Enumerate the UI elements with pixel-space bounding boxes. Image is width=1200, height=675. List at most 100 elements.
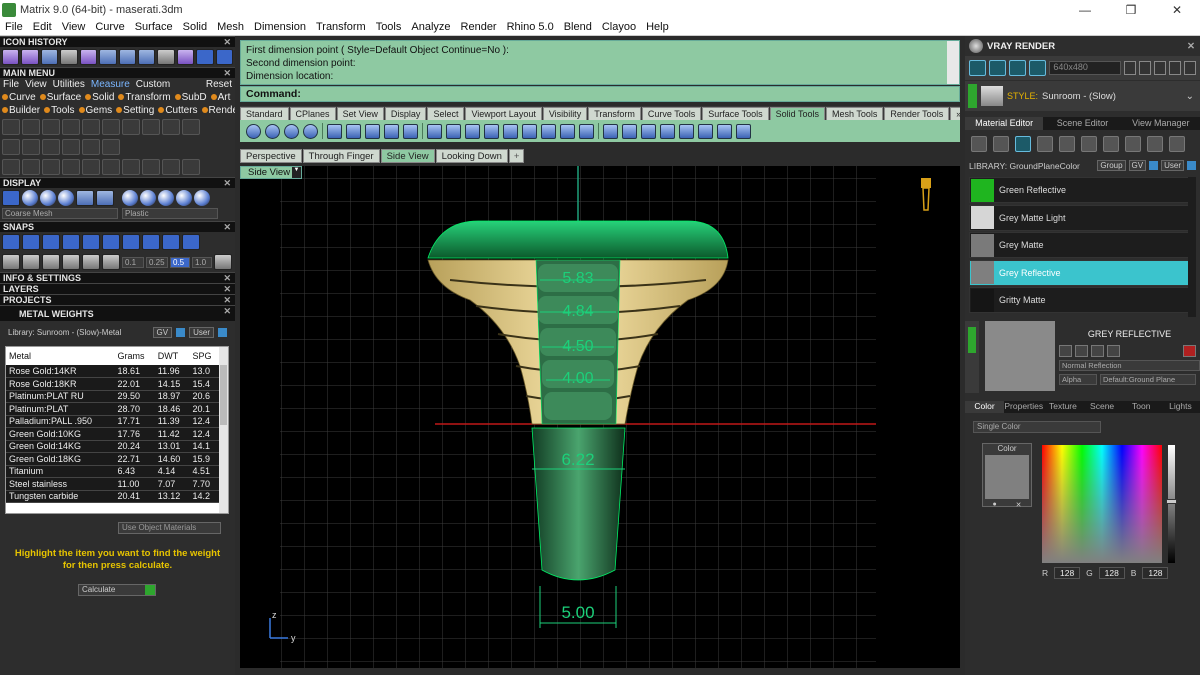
boolean-union-icon[interactable]	[246, 123, 261, 139]
tab-visibility[interactable]: Visibility	[542, 107, 588, 120]
cat-setting[interactable]: Setting	[116, 105, 154, 116]
material-scrollbar[interactable]	[1188, 177, 1196, 317]
tab-select[interactable]: Select	[427, 107, 465, 120]
command-line[interactable]: Command:	[240, 86, 960, 102]
mm-measure[interactable]: Measure	[91, 79, 130, 90]
gv-check-icon[interactable]	[176, 328, 186, 337]
mm-custom[interactable]: Custom	[136, 79, 170, 90]
cap-icon[interactable]	[327, 123, 342, 139]
main-menu-header[interactable]: MAIN MENU ✕	[0, 67, 235, 78]
col-spg[interactable]: SPG	[189, 347, 220, 365]
options-icon[interactable]	[1153, 61, 1166, 75]
folder-icon[interactable]	[1075, 345, 1088, 357]
metal-weights-header[interactable]: METAL WEIGHTS ✕	[0, 305, 235, 321]
tab-curve-tools[interactable]: Curve Tools	[641, 107, 702, 120]
dim-aligned-icon[interactable]	[42, 119, 60, 135]
info-settings-header[interactable]: INFO & SETTINGS ✕	[0, 272, 235, 283]
tab-view-manager[interactable]: View Manager	[1122, 117, 1200, 130]
table-row[interactable]: Rose Gold:18KR 22.01 14.15 15.4	[6, 377, 220, 391]
bump-icon[interactable]	[1081, 136, 1097, 152]
ring-orientation-icon[interactable]	[921, 178, 931, 211]
fillet-edge-icon[interactable]	[346, 123, 361, 139]
icon-history-header[interactable]: ICON HISTORY ✕	[0, 36, 235, 47]
tab-texture[interactable]: Texture	[1043, 401, 1082, 413]
material-item[interactable]: Gritty Matte	[969, 287, 1196, 313]
table-row[interactable]: Rose Gold:14KR 18.61 11.96 13.0	[6, 365, 220, 378]
assign-icon[interactable]	[993, 136, 1009, 152]
back-arrow-icon[interactable]	[196, 49, 214, 65]
split-face-icon[interactable]	[465, 123, 480, 139]
layers-icon[interactable]	[1147, 136, 1163, 152]
planar-icon[interactable]	[42, 254, 60, 270]
tab-properties[interactable]: Properties	[1004, 401, 1043, 413]
snap-near-icon[interactable]	[22, 234, 40, 250]
table-row[interactable]: Platinum:PLAT 28.70 18.46 20.1	[6, 402, 220, 416]
menu-transform[interactable]: Transform	[311, 21, 371, 33]
col-metal[interactable]: Metal	[6, 347, 115, 365]
table-row[interactable]: Platinum:PLAT RU 29.50 18.97 20.6	[6, 390, 220, 403]
maximize-button[interactable]: ❒	[1108, 3, 1154, 17]
record-icon[interactable]	[82, 254, 100, 270]
ortho-icon[interactable]	[22, 254, 40, 270]
solid-pt-icon[interactable]	[660, 123, 675, 139]
move-icon[interactable]	[82, 159, 100, 175]
use-object-materials-button[interactable]: Use Object Materials	[118, 522, 221, 534]
dim-radius-icon[interactable]	[102, 119, 120, 135]
tabs-overflow-button[interactable]: »	[950, 107, 960, 120]
cat-cutters[interactable]: Cutters	[158, 105, 198, 116]
dim-diameter-icon[interactable]	[122, 119, 140, 135]
tab-material-editor[interactable]: Material Editor	[965, 117, 1044, 130]
group-toggle[interactable]: Group	[1097, 160, 1126, 171]
extrude-face-icon[interactable]	[579, 123, 594, 139]
layers-header[interactable]: LAYERS ✕	[0, 283, 235, 294]
viewport-canvas[interactable]: 5.83 4.84 4.50 4.00 6.22 5.00 z y Side V…	[240, 166, 960, 668]
snap-0-5[interactable]: 0.5	[170, 256, 190, 268]
curve-icon[interactable]	[60, 49, 78, 65]
shaded-icon[interactable]	[22, 190, 38, 206]
copy-icon[interactable]	[1091, 345, 1104, 357]
array-hole-icon[interactable]	[560, 123, 575, 139]
render-style-row[interactable]: STYLE: Sunroom - (Slow) ⌄	[965, 81, 1200, 111]
slider-knob[interactable]	[1166, 499, 1177, 504]
ghosted-icon[interactable]	[58, 190, 74, 206]
leader-icon[interactable]	[162, 119, 180, 135]
boolean-intersection-icon[interactable]	[284, 123, 299, 139]
blue-input[interactable]: 128	[1142, 567, 1169, 579]
boolean-difference-icon[interactable]	[265, 123, 280, 139]
table-row[interactable]: Green Gold:18KG 22.71 14.60 15.9	[6, 452, 220, 466]
distance-icon[interactable]	[42, 159, 60, 175]
solid-wedge-icon[interactable]	[622, 123, 637, 139]
color-spectrum[interactable]	[1042, 445, 1162, 563]
save-icon[interactable]	[1059, 345, 1072, 357]
tab-color[interactable]: Color	[965, 401, 1005, 413]
mm-utilities[interactable]: Utilities	[53, 79, 85, 90]
gv-toggle[interactable]: GV	[1128, 160, 1147, 171]
tab-transform[interactable]: Transform	[588, 107, 641, 120]
snap-center-icon[interactable]	[82, 234, 100, 250]
osnap-icon[interactable]	[62, 254, 80, 270]
tab-set-view[interactable]: Set View	[336, 107, 384, 120]
scroll-thumb[interactable]	[220, 365, 227, 425]
make-hole-icon[interactable]	[503, 123, 518, 139]
circle-icon[interactable]	[182, 159, 200, 175]
text-block-icon[interactable]	[42, 139, 60, 155]
history-scrollbar[interactable]	[947, 41, 959, 84]
reflection-select[interactable]: Normal Reflection	[1059, 360, 1200, 371]
technical-icon[interactable]	[96, 190, 114, 206]
clear-icon[interactable]: ✕	[1016, 501, 1022, 509]
tab-solid-tools[interactable]: Solid Tools	[769, 107, 825, 120]
mm-view[interactable]: View	[25, 79, 47, 90]
tab-mesh-tools[interactable]: Mesh Tools	[825, 107, 884, 120]
mm-reset[interactable]: Reset	[206, 79, 232, 90]
lock-icon[interactable]	[102, 139, 120, 155]
tab-perspective[interactable]: Perspective	[240, 149, 302, 163]
menu-surface[interactable]: Surface	[130, 21, 178, 33]
snap-perp-icon[interactable]	[122, 234, 140, 250]
menu-mesh[interactable]: Mesh	[212, 21, 249, 33]
close-icon[interactable]: ✕	[223, 68, 231, 79]
menu-render[interactable]: Render	[456, 21, 502, 33]
tab-scene[interactable]: Scene	[1083, 401, 1122, 413]
table-row[interactable]: Green Gold:10KG 17.76 11.42 12.4	[6, 427, 220, 441]
centroid-icon[interactable]	[162, 159, 180, 175]
snap-mid-icon[interactable]	[62, 234, 80, 250]
